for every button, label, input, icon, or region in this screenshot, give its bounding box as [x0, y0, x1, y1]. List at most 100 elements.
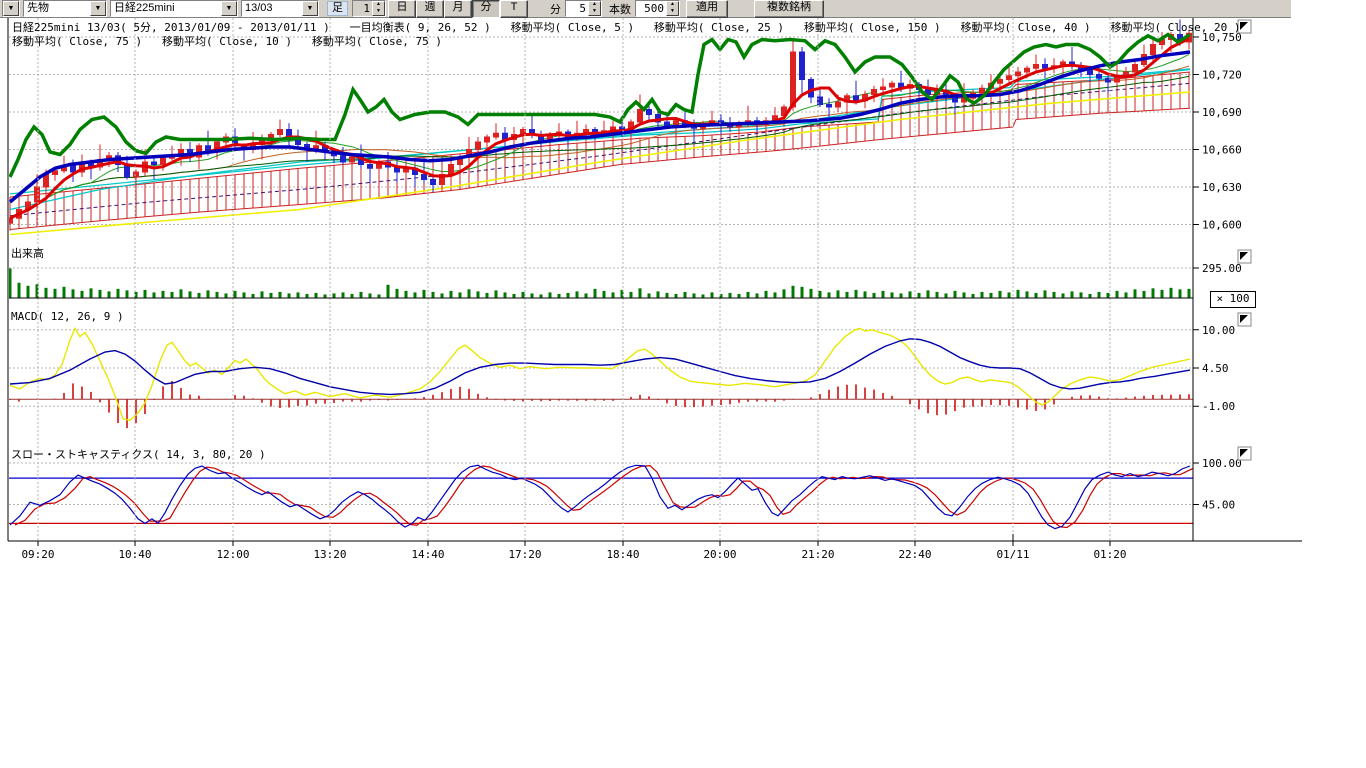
- candle-body: [638, 110, 643, 123]
- volume-bar: [549, 292, 552, 298]
- candle-body: [35, 187, 40, 202]
- volume-bar: [306, 294, 309, 298]
- volume-bar: [711, 292, 714, 298]
- volume-bar: [837, 290, 840, 298]
- macd-plot-area[interactable]: [9, 308, 1193, 443]
- volume-bar: [693, 293, 696, 298]
- volume-bar: [531, 293, 534, 298]
- volume-bar: [639, 288, 642, 298]
- volume-bar: [1053, 292, 1056, 298]
- macd-axis-label: 4.50: [1202, 362, 1229, 375]
- volume-bar: [1080, 292, 1083, 298]
- candle-body: [476, 142, 481, 150]
- candle-body: [1133, 65, 1138, 73]
- volume-bar: [108, 291, 111, 298]
- volume-bar: [972, 294, 975, 298]
- volume-bar: [873, 293, 876, 298]
- candle-body: [827, 105, 832, 108]
- volume-bar: [657, 291, 660, 298]
- volume-bar: [540, 294, 543, 298]
- volume-bar: [297, 292, 300, 298]
- price-axis-label: 10,660: [1202, 144, 1242, 157]
- volume-bar: [666, 293, 669, 298]
- volume-bar: [351, 294, 354, 298]
- volume-bar: [1152, 288, 1155, 298]
- vol-plot-area[interactable]: [9, 246, 1193, 298]
- volume-bar: [810, 289, 813, 298]
- volume-bar: [891, 292, 894, 298]
- volume-bar: [63, 287, 66, 298]
- volume-bar: [369, 293, 372, 298]
- volume-bar: [1188, 289, 1191, 298]
- volume-bar: [261, 291, 264, 298]
- chart-canvas[interactable]: 10,75010,72010,69010,66010,63010,600295.…: [0, 0, 1366, 768]
- volume-bar: [1062, 293, 1065, 298]
- volume-bar: [855, 290, 858, 298]
- volume-bar: [72, 289, 75, 298]
- volume-bar: [324, 294, 327, 298]
- volume-bar: [1044, 290, 1047, 298]
- volume-bar: [1143, 291, 1146, 298]
- volume-bar: [198, 293, 201, 298]
- volume-bar: [441, 293, 444, 298]
- candle-body: [1007, 76, 1012, 80]
- price-axis-label: 10,600: [1202, 219, 1242, 232]
- volume-bar: [567, 293, 570, 298]
- candle-body: [494, 133, 499, 137]
- volume-bar: [558, 294, 561, 298]
- vol-pane[interactable]: [9, 246, 1194, 298]
- volume-bar: [279, 292, 282, 298]
- stoch-pane-label: スロー・ストキャスティクス( 14, 3, 80, 20 ): [11, 448, 266, 461]
- volume-bar: [450, 291, 453, 298]
- trading-app-window: { "toolbar": { "mini_dropdown_icon": "▼"…: [0, 0, 1366, 768]
- volume-bar: [486, 293, 489, 298]
- volume-bar: [918, 293, 921, 298]
- macd-pane[interactable]: [9, 308, 1193, 443]
- volume-bar: [1161, 290, 1164, 298]
- volume-bar: [9, 269, 12, 298]
- volume-bar: [828, 292, 831, 298]
- candle-body: [836, 102, 841, 107]
- macd-pane-label: MACD( 12, 26, 9 ): [11, 310, 124, 323]
- volume-bar: [216, 292, 219, 298]
- volume-bar: [513, 294, 516, 298]
- volume-bar: [648, 293, 651, 298]
- volume-bar: [315, 293, 318, 298]
- volume-bar: [1179, 289, 1182, 298]
- volume-bar: [378, 294, 381, 298]
- time-axis-label: 18:40: [606, 548, 639, 561]
- time-axis-label: 01/11: [996, 548, 1029, 561]
- price-axis-label: 10,630: [1202, 181, 1242, 194]
- volume-bar: [423, 290, 426, 298]
- volume-bar: [333, 293, 336, 298]
- volume-bar: [954, 291, 957, 298]
- volume-bar: [936, 292, 939, 298]
- time-axis-label: 14:40: [411, 548, 444, 561]
- volume-bar: [1035, 293, 1038, 298]
- chart-title-line1: 日経225mini 13/03( 5分, 2013/01/09 - 2013/0…: [12, 21, 1241, 34]
- volume-bar: [1071, 291, 1074, 298]
- volume-bar: [477, 291, 480, 298]
- volume-bar: [252, 294, 255, 298]
- volume-bar: [765, 291, 768, 298]
- volume-axis-label: 295.00: [1202, 262, 1242, 275]
- volume-bar: [702, 294, 705, 298]
- pane-restore-icon[interactable]: [1238, 447, 1251, 460]
- candle-body: [800, 52, 805, 80]
- time-axis-label: 09:20: [21, 548, 54, 561]
- price-pane[interactable]: [8, 18, 1194, 246]
- candle-body: [278, 130, 283, 135]
- volume-bar: [99, 290, 102, 298]
- volume-bar: [990, 293, 993, 298]
- time-axis-label: 12:00: [216, 548, 249, 561]
- volume-bar: [846, 292, 849, 298]
- volume-bar: [414, 292, 417, 298]
- macd-axis-label: -1.00: [1202, 400, 1235, 413]
- volume-bar: [225, 293, 228, 298]
- pane-restore-icon[interactable]: [1238, 313, 1251, 326]
- volume-bar: [144, 290, 147, 298]
- volume-bar: [90, 288, 93, 298]
- volume-bar: [189, 291, 192, 298]
- volume-bar: [603, 291, 606, 298]
- pane-restore-icon[interactable]: [1238, 250, 1251, 263]
